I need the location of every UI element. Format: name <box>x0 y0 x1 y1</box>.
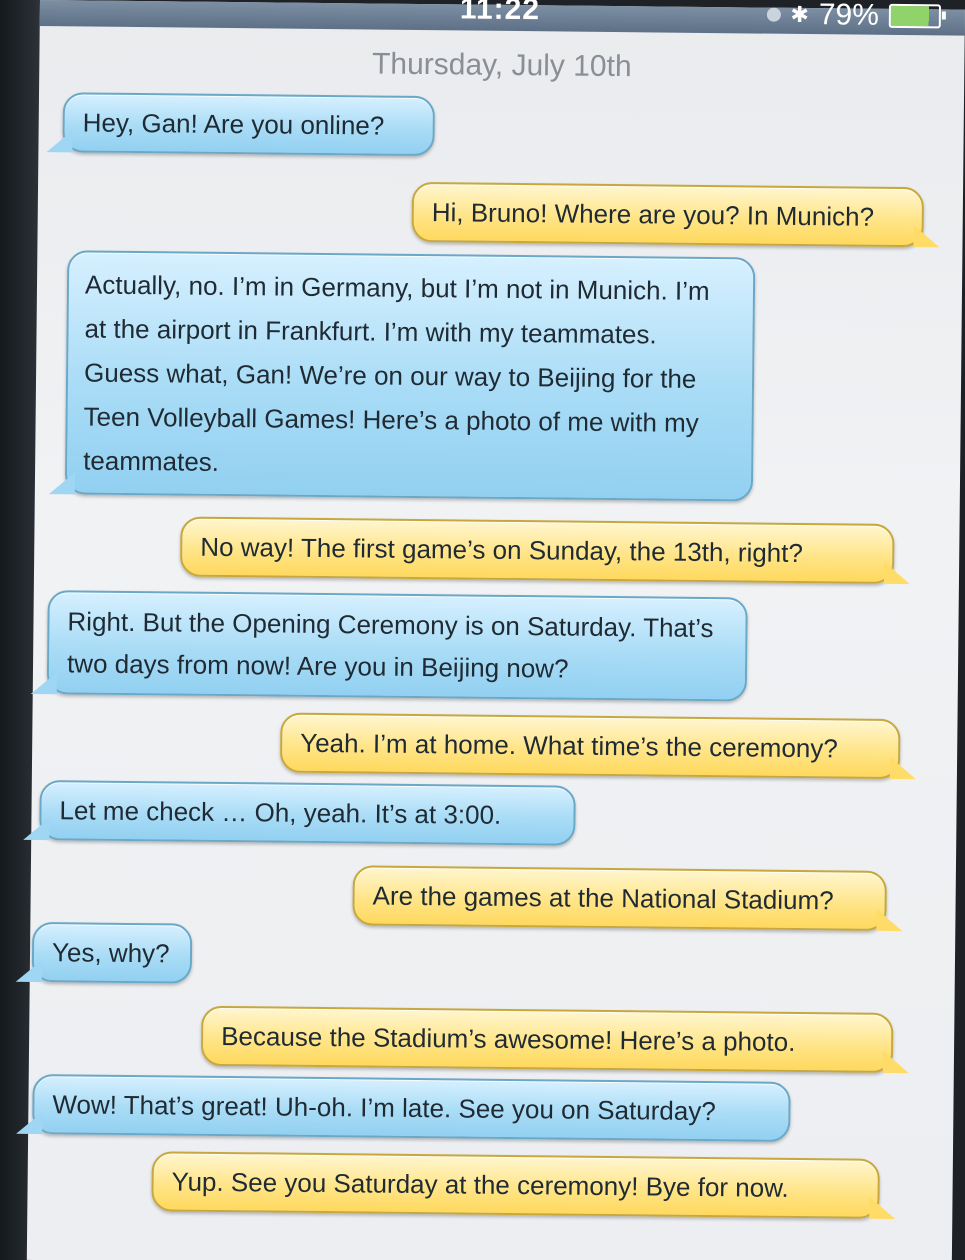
message-bubble-incoming[interactable]: Actually, no. I’m in Germany, but I’m no… <box>64 250 756 502</box>
message-bubble-incoming[interactable]: Wow! That’s great! Uh-oh. I’m late. See … <box>32 1073 791 1142</box>
phone-frame: 11:22 ✱ 79% Thursday, July 10th Hey, Gan… <box>0 0 965 1260</box>
message-bubble-incoming[interactable]: Right. But the Opening Ceremony is on Sa… <box>46 590 748 702</box>
message-bubble-incoming[interactable]: Hey, Gan! Are you online? <box>62 92 436 157</box>
messages-screen: 11:22 ✱ 79% Thursday, July 10th Hey, Gan… <box>26 0 965 1260</box>
message-bubble-outgoing[interactable]: No way! The first game’s on Sunday, the … <box>179 516 895 584</box>
message-thread[interactable]: Hey, Gan! Are you online? Hi, Bruno! Whe… <box>27 0 965 1260</box>
message-bubble-incoming[interactable]: Let me check … Oh, yeah. It’s at 3:00. <box>39 780 576 846</box>
message-bubble-outgoing[interactable]: Hi, Bruno! Where are you? In Munich? <box>411 181 925 248</box>
message-bubble-outgoing[interactable]: Because the Stadium’s awesome! Here’s a … <box>200 1005 894 1073</box>
message-bubble-incoming[interactable]: Yes, why? <box>31 921 193 984</box>
message-bubble-outgoing[interactable]: Yup. See you Saturday at the ceremony! B… <box>151 1151 880 1219</box>
message-bubble-outgoing[interactable]: Yeah. I’m at home. What time’s the cerem… <box>279 712 901 780</box>
message-bubble-outgoing[interactable]: Are the games at the National Stadium? <box>352 865 887 931</box>
